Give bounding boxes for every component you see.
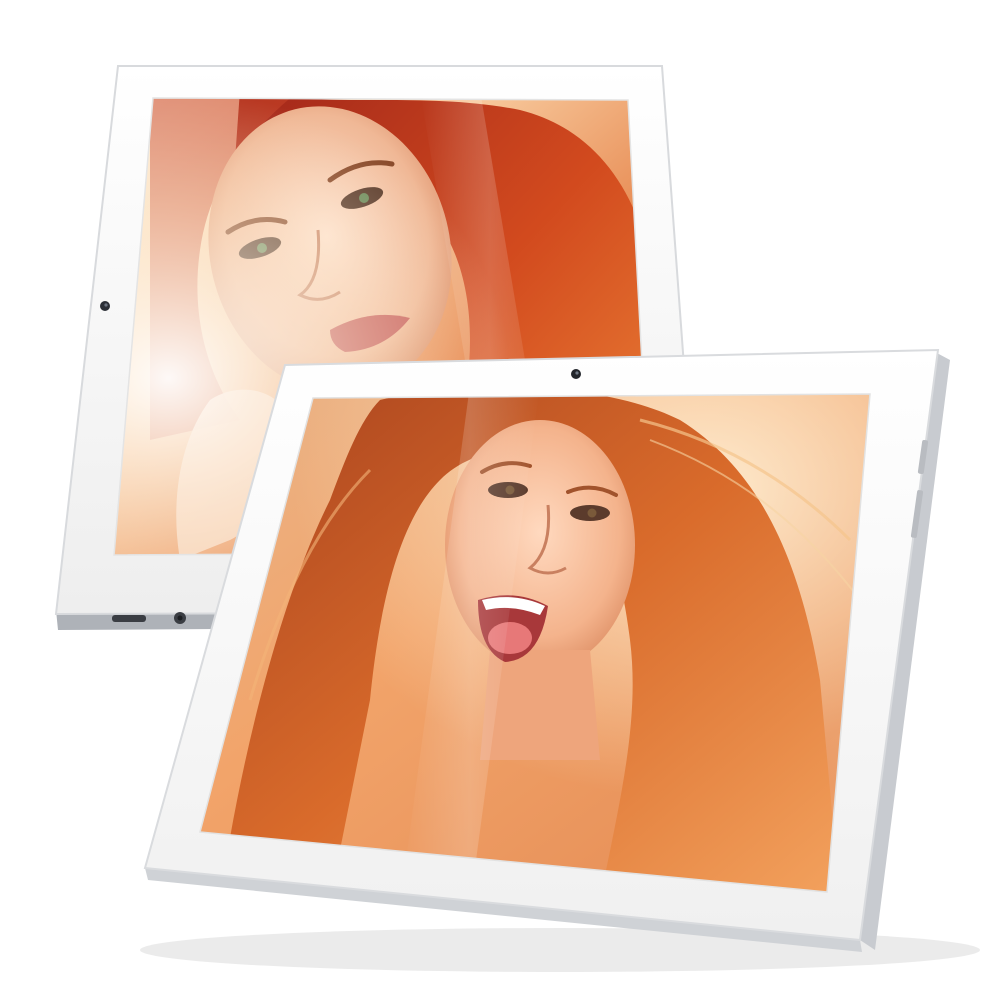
tablets-illustration	[54, 65, 980, 972]
micro-usb-port-icon	[112, 615, 146, 622]
tablet-front	[143, 348, 950, 952]
product-photo-scene	[0, 0, 1000, 1000]
